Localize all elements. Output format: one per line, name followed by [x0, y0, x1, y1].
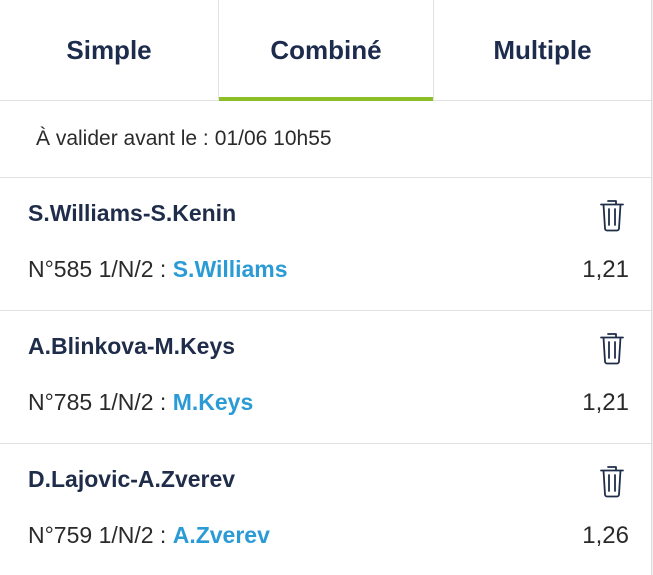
bet-selection: S.Williams [172, 256, 288, 282]
validation-deadline: À valider avant le : 01/06 10h55 [0, 101, 651, 178]
bet-item: D.Lajovic-A.Zverev N°759 1/N/2 : A.Zvere… [0, 444, 651, 575]
tab-simple[interactable]: Simple [0, 0, 218, 100]
bet-odds: 1,21 [582, 389, 629, 416]
bet-slip: Simple Combiné Multiple À valider avant … [0, 0, 652, 575]
bet-match-title: D.Lajovic-A.Zverev [28, 466, 236, 492]
bet-pick: N°585 1/N/2 : S.Williams [28, 256, 288, 283]
deadline-value: 01/06 10h55 [214, 127, 332, 150]
bet-pick-prefix: N°585 1/N/2 : [28, 256, 173, 282]
bet-match-title: S.Williams-S.Kenin [28, 200, 237, 226]
bet-match-title: A.Blinkova-M.Keys [28, 333, 236, 359]
bet-pick: N°759 1/N/2 : A.Zverev [28, 522, 270, 549]
bet-odds: 1,26 [582, 522, 629, 549]
bet-item: S.Williams-S.Kenin N°585 1/N/2 : S.Willi… [0, 178, 651, 311]
bet-pick-prefix: N°785 1/N/2 : [28, 389, 173, 415]
deadline-label: À valider avant le : [36, 127, 209, 150]
tab-multiple[interactable]: Multiple [434, 0, 651, 100]
trash-icon[interactable] [599, 464, 625, 498]
bet-selection: A.Zverev [172, 522, 270, 548]
bet-item: A.Blinkova-M.Keys N°785 1/N/2 : M.Keys 1… [0, 311, 651, 444]
trash-icon[interactable] [599, 331, 625, 365]
bet-selection: M.Keys [172, 389, 254, 415]
bet-odds: 1,21 [582, 256, 629, 283]
bet-type-tabs: Simple Combiné Multiple [0, 0, 651, 101]
bet-pick: N°785 1/N/2 : M.Keys [28, 389, 253, 416]
trash-icon[interactable] [599, 198, 625, 232]
tab-combine[interactable]: Combiné [218, 0, 434, 101]
bet-pick-prefix: N°759 1/N/2 : [28, 522, 173, 548]
